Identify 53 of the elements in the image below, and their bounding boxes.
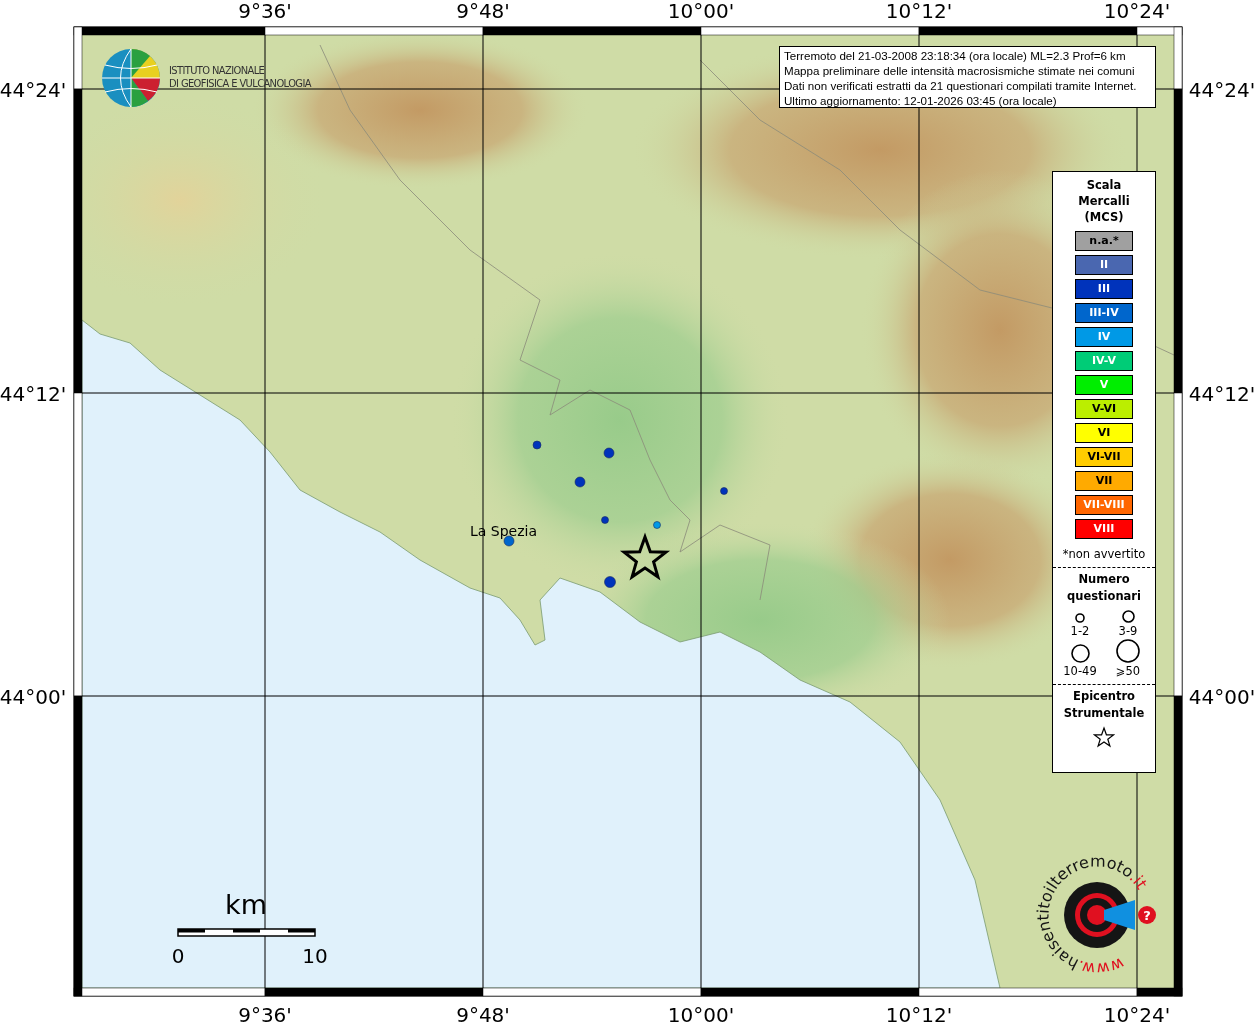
legend-title: Scala Mercalli (MCS): [1077, 177, 1131, 225]
intensity-swatch: II: [1075, 255, 1133, 275]
latitude-label: 44°24': [0, 78, 67, 102]
intensity-swatch: VII-VIII: [1075, 495, 1133, 515]
intensity-swatch: V: [1075, 375, 1133, 395]
size-label: ⩾50: [1115, 664, 1141, 678]
longitude-label: 10°24': [1103, 0, 1171, 23]
star-icon: [1093, 726, 1115, 748]
intensity-swatch: VI-VII: [1075, 447, 1133, 467]
longitude-label: 10°12': [885, 1003, 953, 1024]
info-line: Terremoto del 21-03-2008 23:18:34 (ora locale) ML=2.3 Prof=6 km: [784, 48, 1126, 63]
circle-size-icon: [1069, 643, 1091, 664]
intensity-swatch: V-VI: [1075, 399, 1133, 419]
info-line: Dati non verificati estratti da 21 questionari compilati tramite Internet.: [784, 78, 1137, 93]
scale-unit: km: [225, 889, 267, 920]
latitude-label: 44°24': [1188, 78, 1256, 102]
latitude-label: 44°12': [1188, 382, 1256, 406]
institute-name: ISTITUTO NAZIONALE: [169, 64, 265, 77]
place-label: La Spezia: [470, 523, 538, 539]
latitude-label: 44°12': [0, 382, 67, 406]
longitude-label: 10°24': [1103, 1003, 1171, 1024]
intensity-swatch: VIII: [1075, 519, 1133, 539]
info-line: Ultimo aggiornamento: 12-01-2026 03:45 (ora locale): [784, 93, 1057, 107]
longitude-label: 9°48': [456, 0, 510, 23]
longitude-label: 10°00': [667, 0, 735, 23]
legend-footnote: *non avvertito: [1062, 547, 1146, 561]
size-label: 1-2: [1070, 624, 1090, 638]
intensity-swatch: VII: [1075, 471, 1133, 491]
globe-icon: [101, 48, 161, 108]
legend-title: Numero questionari: [1066, 571, 1142, 605]
size-label: 10-49: [1063, 664, 1097, 678]
circle-size-icon: [1074, 612, 1086, 624]
intensity-swatch: III: [1075, 279, 1133, 299]
intensity-swatch: IV: [1075, 327, 1133, 347]
intensity-swatch: n.a.*: [1075, 231, 1133, 251]
longitude-label: 10°12': [885, 0, 953, 23]
scale-label: 0: [171, 944, 185, 968]
longitude-label: 9°48': [456, 1003, 510, 1024]
circle-size-icon: [1115, 638, 1141, 664]
latitude-label: 44°00': [0, 685, 67, 709]
intensity-swatch: IV-V: [1075, 351, 1133, 371]
info-line: Mappa preliminare delle intensità macrosismiche stimate nei comuni: [784, 63, 1135, 78]
latitude-label: 44°00': [1188, 685, 1256, 709]
longitude-label: 10°00': [667, 1003, 735, 1024]
epicenter-star-icon: [619, 532, 671, 581]
circle-size-icon: [1120, 609, 1136, 624]
legend-title: Epicentro Strumentale: [1062, 688, 1146, 722]
longitude-label: 9°36': [238, 1003, 292, 1024]
intensity-swatch: III-IV: [1075, 303, 1133, 323]
scale-label: 10: [302, 944, 328, 968]
intensity-swatch: VI: [1075, 423, 1133, 443]
longitude-label: 9°36': [238, 0, 292, 23]
size-label: 3-9: [1118, 624, 1138, 638]
